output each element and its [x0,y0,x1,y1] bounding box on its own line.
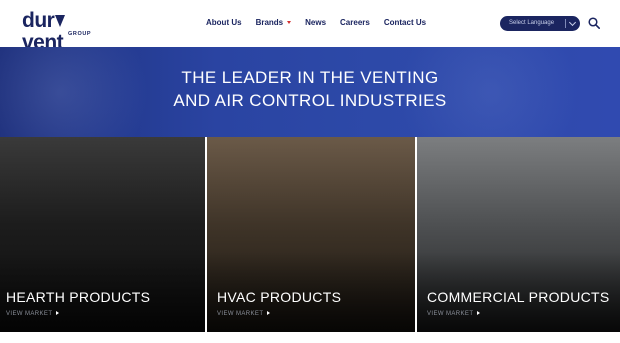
play-arrow-icon [267,311,271,316]
view-market-link[interactable]: VIEW MARKET [6,310,60,318]
panel-title: HVAC PRODUCTS [217,289,342,305]
panel-title: COMMERCIAL PRODUCTS [427,289,610,305]
market-panel-hearth[interactable]: HEARTH PRODUCTS VIEW MARKET [0,137,205,332]
market-panel-commercial[interactable]: COMMERCIAL PRODUCTS VIEW MARKET [415,137,620,332]
language-select-divider [565,19,566,28]
page-bottom-strip [0,332,620,343]
nav-contact-us[interactable]: Contact Us [384,17,426,29]
main-nav: About Us Brands News Careers Contact Us [206,17,440,29]
nav-news[interactable]: News [305,17,326,29]
nav-brands[interactable]: Brands [256,17,292,29]
language-select-label: Select Language [509,20,555,26]
view-market-label: VIEW MARKET [217,311,264,317]
nav-careers[interactable]: Careers [340,17,370,29]
logo-subtitle: GROUP [68,31,92,37]
chevron-down-icon [568,18,577,27]
language-select[interactable]: Select Language [500,16,580,31]
site-header: durvent GROUP About Us Brands News Caree… [0,0,620,53]
view-market-label: VIEW MARKET [6,311,53,317]
view-market-link[interactable]: VIEW MARKET [217,310,271,318]
market-panels: HEARTH PRODUCTS VIEW MARKET HVAC PRODUCT… [0,137,620,332]
play-arrow-icon [56,311,60,316]
nav-brands-label: Brands [255,18,284,27]
hero-banner: THE LEADER IN THE VENTING AND AIR CONTRO… [0,47,620,137]
caret-down-icon [287,21,292,25]
view-market-label: VIEW MARKET [427,311,474,317]
market-panel-hvac[interactable]: HVAC PRODUCTS VIEW MARKET [205,137,415,332]
hero-title-line-2: AND AIR CONTROL INDUSTRIES [173,91,447,110]
search-icon[interactable] [588,17,600,29]
panel-title: HEARTH PRODUCTS [6,289,151,305]
duravent-logo[interactable]: durvent GROUP [22,10,102,53]
view-market-link[interactable]: VIEW MARKET [427,310,481,318]
nav-about-us[interactable]: About Us [206,17,242,29]
hero-title-line-1: THE LEADER IN THE VENTING [181,68,439,87]
logo-a-mark [55,15,66,28]
play-arrow-icon [477,311,481,316]
